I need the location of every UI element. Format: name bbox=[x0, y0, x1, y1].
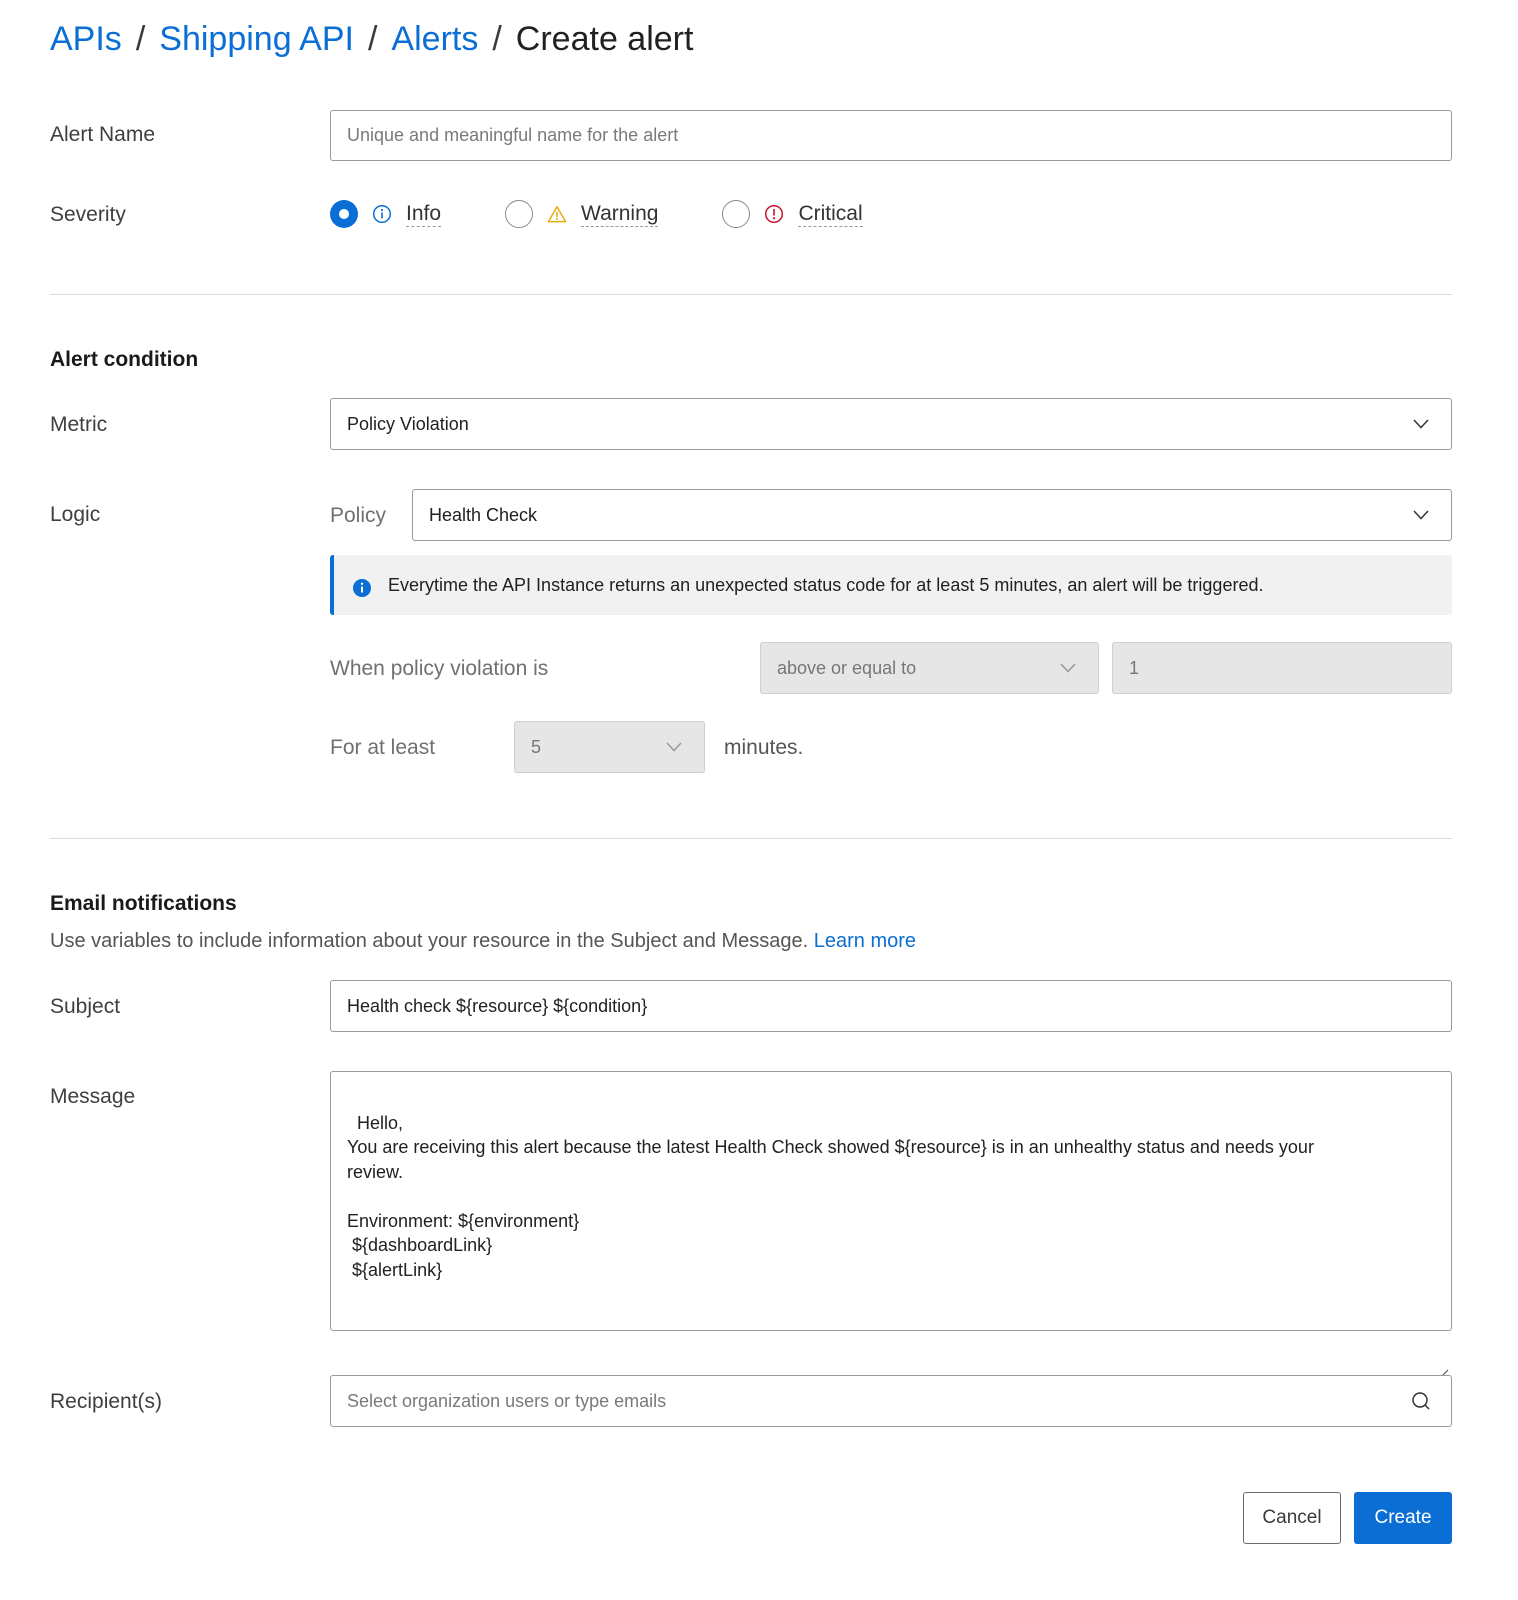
create-button[interactable]: Create bbox=[1354, 1492, 1452, 1544]
threshold-value: 1 bbox=[1129, 657, 1140, 678]
chevron-down-icon bbox=[1056, 656, 1080, 680]
breadcrumb-shipping-api-link[interactable]: Shipping API bbox=[159, 20, 354, 59]
severity-radio-group: Info Warning Critical bbox=[330, 196, 927, 232]
severity-option-critical[interactable]: Critical bbox=[722, 200, 863, 228]
radio-button-checked[interactable] bbox=[330, 200, 358, 228]
section-divider bbox=[50, 838, 1452, 839]
logic-label: Logic bbox=[50, 503, 101, 526]
minutes-suffix: minutes. bbox=[724, 736, 804, 759]
for-at-least-label: For at least bbox=[330, 736, 436, 759]
email-help-text: Use variables to include information abo… bbox=[50, 930, 916, 953]
email-help-description: Use variables to include information abo… bbox=[50, 930, 809, 952]
breadcrumb-alerts-link[interactable]: Alerts bbox=[391, 20, 478, 59]
info-icon bbox=[372, 204, 392, 224]
severity-option-warning[interactable]: Warning bbox=[505, 200, 659, 228]
minutes-select-value: 5 bbox=[531, 736, 542, 757]
subject-input[interactable]: Health check ${resource} ${condition} bbox=[330, 980, 1452, 1032]
subject-value: Health check ${resource} ${condition} bbox=[347, 995, 648, 1016]
breadcrumb-separator: / bbox=[367, 19, 378, 58]
severity-critical-label: Critical bbox=[798, 201, 863, 227]
message-value: Hello, You are receiving this alert beca… bbox=[347, 1112, 1314, 1280]
chevron-down-icon bbox=[1409, 503, 1433, 527]
learn-more-link[interactable]: Learn more bbox=[814, 930, 916, 952]
radio-button[interactable] bbox=[722, 200, 751, 228]
email-notifications-title: Email notifications bbox=[50, 892, 237, 915]
breadcrumb: APIs / Shipping API / Alerts / Create al… bbox=[50, 14, 693, 64]
breadcrumb-apis-link[interactable]: APIs bbox=[50, 20, 122, 59]
chevron-down-icon bbox=[1409, 412, 1433, 436]
severity-label: Severity bbox=[50, 203, 126, 226]
severity-info-label: Info bbox=[406, 201, 442, 227]
severity-option-info[interactable]: Info bbox=[330, 200, 442, 228]
chevron-down-icon bbox=[662, 735, 686, 759]
section-divider bbox=[50, 294, 1452, 295]
alert-name-label: Alert Name bbox=[50, 123, 156, 146]
minutes-select[interactable]: 5 bbox=[514, 721, 705, 773]
operator-select[interactable]: above or equal to bbox=[760, 642, 1099, 694]
breadcrumb-separator: / bbox=[135, 19, 146, 58]
search-icon bbox=[1409, 1389, 1433, 1413]
radio-button[interactable] bbox=[505, 200, 534, 228]
policy-info-text: Everytime the API Instance returns an un… bbox=[388, 574, 1264, 595]
alert-condition-title: Alert condition bbox=[50, 348, 199, 371]
policy-info-message: Everytime the API Instance returns an un… bbox=[330, 555, 1452, 615]
cancel-button[interactable]: Cancel bbox=[1243, 1492, 1341, 1544]
when-policy-violation-label: When policy violation is bbox=[330, 657, 549, 680]
recipients-label: Recipient(s) bbox=[50, 1390, 163, 1413]
policy-label: Policy bbox=[330, 504, 387, 527]
info-filled-icon bbox=[352, 578, 372, 598]
message-textarea[interactable]: Hello, You are receiving this alert beca… bbox=[330, 1071, 1452, 1381]
policy-select-value: Health Check bbox=[429, 504, 538, 525]
metric-select[interactable]: Policy Violation bbox=[330, 398, 1452, 450]
threshold-input[interactable]: 1 bbox=[1112, 642, 1452, 694]
alert-name-input[interactable]: Unique and meaningful name for the alert bbox=[330, 110, 1452, 161]
policy-select[interactable]: Health Check bbox=[412, 489, 1452, 541]
recipients-input[interactable]: Select organization users or type emails bbox=[330, 1375, 1452, 1427]
page-title: Create alert bbox=[515, 19, 694, 58]
critical-icon bbox=[764, 204, 784, 224]
alert-name-placeholder: Unique and meaningful name for the alert bbox=[347, 125, 679, 145]
metric-label: Metric bbox=[50, 413, 108, 436]
subject-label: Subject bbox=[50, 995, 121, 1018]
severity-warning-label: Warning bbox=[581, 201, 659, 227]
warning-icon bbox=[547, 204, 567, 224]
message-label: Message bbox=[50, 1085, 136, 1108]
resize-handle-icon[interactable] bbox=[1435, 1314, 1449, 1381]
operator-select-value: above or equal to bbox=[777, 657, 917, 678]
metric-select-value: Policy Violation bbox=[347, 413, 469, 434]
breadcrumb-separator: / bbox=[492, 19, 502, 58]
recipients-placeholder: Select organization users or type emails bbox=[347, 1390, 667, 1411]
